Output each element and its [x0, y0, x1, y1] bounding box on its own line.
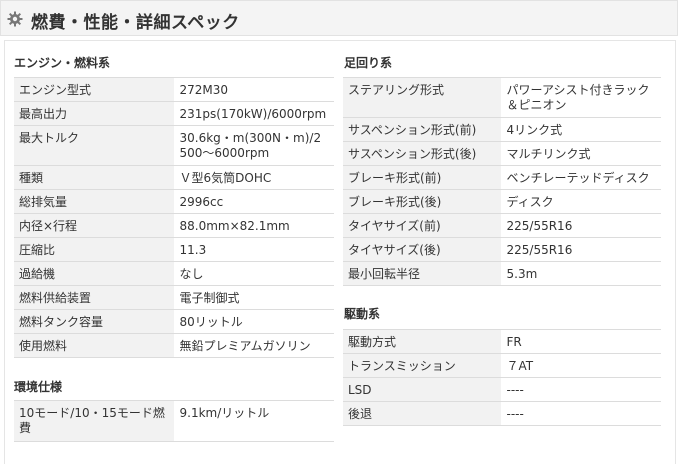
spec-row: サスペンション形式(後) マルチリンク式	[343, 141, 661, 166]
spec-row: 過給機 なし	[14, 261, 334, 286]
spec-label: 過給機	[14, 261, 174, 286]
spec-value: 88.0mm×82.1mm	[173, 213, 334, 238]
engine-spec-table: エンジン型式 272M30 最高出力 231ps(170kW)/6000rpm 最大トル…	[14, 77, 334, 358]
spec-row: 内径×行程 88.0mm×82.1mm	[14, 213, 334, 238]
spec-row: エンジン型式 272M30	[14, 77, 334, 102]
spec-label: ステアリング形式	[343, 77, 501, 118]
spec-value: 11.3	[173, 237, 334, 262]
chassis-section-title: 足回り系	[344, 56, 393, 70]
spec-row: サスペンション形式(前) 4リンク式	[343, 117, 661, 142]
spec-value: 5.3m	[500, 261, 661, 286]
spec-value: 電子制御式	[173, 285, 334, 310]
spec-value: ----	[500, 401, 661, 426]
spec-label: サスペンション形式(前)	[343, 117, 501, 142]
spec-row: 燃料タンク容量 80リットル	[14, 309, 334, 334]
spec-label: タイヤサイズ(後)	[343, 237, 501, 262]
spec-value: 225/55R16	[500, 213, 661, 238]
spec-label: 最小回転半径	[343, 261, 501, 286]
spec-row: 最大トルク 30.6kg・m(300N・m)/2 500～6000rpm	[14, 125, 334, 166]
spec-row: LSD ----	[343, 377, 661, 402]
gear-icon	[7, 11, 23, 27]
spec-value: ----	[500, 377, 661, 402]
spec-value: Ｖ型6気筒DOHC	[173, 165, 334, 190]
spec-label: 10モード/10・15モード燃 費	[14, 400, 174, 442]
spec-row: 総排気量 2996cc	[14, 189, 334, 214]
spec-row: 後退 ----	[343, 401, 661, 426]
spec-label: 使用燃料	[14, 333, 174, 358]
spec-label: LSD	[343, 377, 501, 402]
spec-value: ７AT	[500, 353, 661, 378]
spec-label: タイヤサイズ(前)	[343, 213, 501, 238]
spec-label: 圧縮比	[14, 237, 174, 262]
spec-value: パワーアシスト付きラック ＆ピニオン	[500, 77, 661, 118]
section-header: 燃費・性能・詳細スペック	[0, 0, 678, 36]
spec-row: タイヤサイズ(後) 225/55R16	[343, 237, 661, 262]
spec-value: 80リットル	[173, 309, 334, 334]
spec-row: ブレーキ形式(前) ベンチレーテッドディスク	[343, 165, 661, 190]
drivetrain-spec-table: 駆動方式 FR トランスミッション ７AT LSD ---- 後退 ----	[343, 329, 661, 426]
spec-row: ブレーキ形式(後) ディスク	[343, 189, 661, 214]
spec-value: ディスク	[500, 189, 661, 214]
spec-value: 2996cc	[173, 189, 334, 214]
spec-row: 最高出力 231ps(170kW)/6000rpm	[14, 101, 334, 126]
spec-row: 燃料供給装置 電子制御式	[14, 285, 334, 310]
spec-label: 燃料タンク容量	[14, 309, 174, 334]
spec-label: エンジン型式	[14, 77, 174, 102]
spec-label: 駆動方式	[343, 329, 501, 354]
spec-value: なし	[173, 261, 334, 286]
spec-label: ブレーキ形式(前)	[343, 165, 501, 190]
spec-label: ブレーキ形式(後)	[343, 189, 501, 214]
spec-row: トランスミッション ７AT	[343, 353, 661, 378]
spec-value: FR	[500, 329, 661, 354]
spec-row: 圧縮比 11.3	[14, 237, 334, 262]
drivetrain-section-title: 駆動系	[344, 307, 381, 321]
spec-value: 272M30	[173, 77, 334, 102]
engine-section-title: エンジン・燃料系	[14, 56, 111, 70]
spec-value: 無鉛プレミアムガソリン	[173, 333, 334, 358]
page-title: 燃費・性能・詳細スペック	[31, 13, 240, 33]
spec-row: 使用燃料 無鉛プレミアムガソリン	[14, 333, 334, 358]
chassis-spec-table: ステアリング形式 パワーアシスト付きラック ＆ピニオン サスペンション形式(前) 4リ…	[343, 77, 661, 286]
spec-label: 内径×行程	[14, 213, 174, 238]
spec-row: 最小回転半径 5.3m	[343, 261, 661, 286]
spec-value: 30.6kg・m(300N・m)/2 500～6000rpm	[173, 125, 334, 166]
spec-label: 最高出力	[14, 101, 174, 126]
environment-spec-table: 10モード/10・15モード燃 費 9.1km/リットル	[14, 400, 334, 442]
spec-value: 4リンク式	[500, 117, 661, 142]
spec-value: 225/55R16	[500, 237, 661, 262]
spec-label: トランスミッション	[343, 353, 501, 378]
environment-section-title: 環境仕様	[14, 380, 63, 394]
spec-value: マルチリンク式	[500, 141, 661, 166]
spec-label: サスペンション形式(後)	[343, 141, 501, 166]
spec-label: 後退	[343, 401, 501, 426]
spec-value: 9.1km/リットル	[173, 400, 334, 442]
spec-value: ベンチレーテッドディスク	[500, 165, 661, 190]
spec-label: 種類	[14, 165, 174, 190]
spec-label: 最大トルク	[14, 125, 174, 166]
spec-value: 231ps(170kW)/6000rpm	[173, 101, 334, 126]
spec-row: 10モード/10・15モード燃 費 9.1km/リットル	[14, 400, 334, 442]
spec-row: 駆動方式 FR	[343, 329, 661, 354]
spec-label: 燃料供給装置	[14, 285, 174, 310]
spec-row: 種類 Ｖ型6気筒DOHC	[14, 165, 334, 190]
spec-row: タイヤサイズ(前) 225/55R16	[343, 213, 661, 238]
spec-label: 総排気量	[14, 189, 174, 214]
spec-row: ステアリング形式 パワーアシスト付きラック ＆ピニオン	[343, 77, 661, 118]
